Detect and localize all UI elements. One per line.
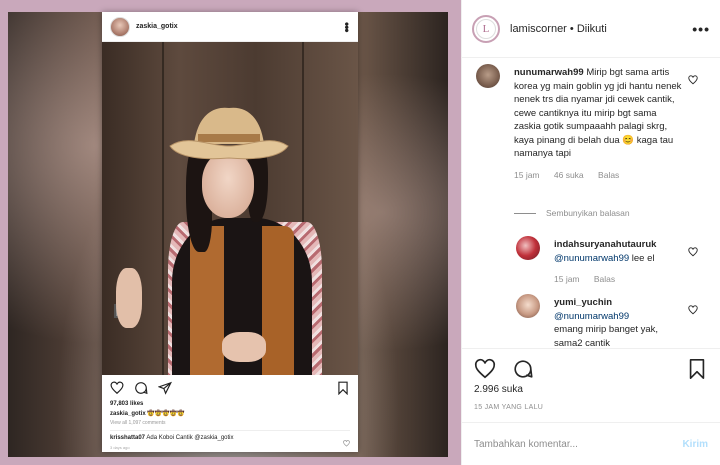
reply-body: indahsuryanahutauruk @nunumarwah99 lee e… (554, 238, 684, 287)
embedded-comment-user: krisshatta07 (110, 435, 146, 441)
embedded-actions (102, 375, 358, 401)
like-comment-heart-icon[interactable] (688, 72, 698, 90)
comment-form: Kirim (462, 422, 720, 465)
comment-bubble-icon[interactable] (512, 358, 534, 380)
reply-text: lee el (629, 252, 655, 264)
comment-input[interactable] (474, 438, 683, 450)
comment-username[interactable]: nunumarwah99 (514, 67, 584, 78)
bookmark-icon (336, 381, 350, 395)
like-reply-heart-icon[interactable] (688, 302, 698, 320)
reply-body: yumi_yuchin @nunumarwah99 emang mirip ba… (554, 296, 684, 348)
embedded-view-all: View all 1,097 comments (110, 420, 166, 426)
hide-replies-label: Sembunyikan balasan (546, 208, 630, 218)
account-avatar-logo: L (476, 18, 496, 39)
embedded-avatar (110, 16, 130, 37)
likes-count[interactable]: 2.996 suka (474, 384, 523, 395)
reply-button[interactable]: Balas (598, 170, 619, 180)
reply-item: indahsuryanahutauruk @nunumarwah99 lee e… (516, 236, 710, 294)
hide-replies-button[interactable]: Sembunyikan balasan (514, 208, 630, 218)
follow-status-button[interactable]: Diikuti (577, 23, 607, 35)
comment-text: Mirip bgt sama artis korea yg main gobli… (514, 67, 682, 159)
embedded-caption-text: 🤠🤠🤠🤠🤠 (147, 411, 185, 417)
like-heart-icon[interactable] (474, 358, 496, 380)
post-header: L lamiscorner • Diikuti ••• (462, 0, 720, 58)
embedded-post-screenshot: zaskia_gotix ••• 97,803 likes zaskia_got… (102, 12, 358, 452)
more-options-icon[interactable]: ••• (692, 21, 710, 37)
embedded-more-icon: ••• (340, 21, 354, 32)
replies-line (514, 212, 536, 214)
comments-list: nunumarwah99 Mirip bgt sama artis korea … (462, 58, 720, 348)
comment-likes[interactable]: 46 suka (554, 170, 584, 180)
reply-item: yumi_yuchin @nunumarwah99 emang mirip ba… (516, 294, 710, 348)
header-separator: • (566, 22, 577, 35)
embedded-username: zaskia_gotix (136, 23, 178, 30)
post-actions-bar (462, 348, 720, 388)
embedded-comment: krisshatta07 Ada Koboi Cantik @zaskia_go… (110, 435, 234, 441)
embedded-caption-user: zaskia_gotix (110, 411, 146, 417)
comment-icon (134, 381, 148, 395)
reply-time[interactable]: 15 jam (554, 274, 580, 284)
share-icon (158, 381, 172, 395)
post-photo (102, 42, 358, 375)
embedded-comment-text: Ada Koboi Cantik @zaskia_gotix (146, 435, 234, 441)
account-avatar[interactable]: L (472, 14, 500, 43)
bookmark-icon[interactable] (686, 358, 708, 380)
account-name-line: lamiscorner • Diikuti (510, 23, 692, 35)
account-username[interactable]: lamiscorner (510, 23, 567, 35)
reply-username[interactable]: indahsuryanahutauruk (554, 239, 656, 250)
comment-item: nunumarwah99 Mirip bgt sama artis korea … (476, 64, 710, 204)
reply-username[interactable]: yumi_yuchin (554, 297, 612, 308)
embedded-time: 3 days ago (110, 445, 130, 450)
heart-icon (110, 381, 124, 395)
reply-avatar[interactable] (516, 236, 540, 260)
comment-avatar[interactable] (476, 64, 500, 88)
post-media: zaskia_gotix ••• 97,803 likes zaskia_got… (0, 0, 461, 465)
reply-button[interactable]: Balas (594, 274, 615, 284)
embedded-likes: 97,803 likes (110, 401, 144, 407)
comment-meta: 15 jam 46 suka Balas (514, 169, 684, 183)
like-reply-heart-icon[interactable] (688, 244, 698, 262)
reply-avatar[interactable] (516, 294, 540, 318)
post-date[interactable]: 15 JAM YANG LALU (474, 404, 543, 411)
reply-text: emang mirip banget yak, sama2 cantik (554, 324, 659, 348)
comment-time[interactable]: 15 jam (514, 170, 540, 180)
embedded-caption: zaskia_gotix 🤠🤠🤠🤠🤠 (110, 410, 185, 417)
cowboy-hat (169, 107, 289, 160)
reply-mention[interactable]: @nunumarwah99 (554, 253, 629, 264)
reply-meta: 15 jam Balas (554, 273, 684, 287)
embedded-comment-heart-icon (343, 434, 350, 452)
post-side-panel: L lamiscorner • Diikuti ••• nunumarwah99… (461, 0, 720, 465)
post-comment-button[interactable]: Kirim (682, 439, 708, 450)
reply-mention[interactable]: @nunumarwah99 (554, 311, 629, 322)
comment-body: nunumarwah99 Mirip bgt sama artis korea … (514, 66, 684, 182)
embedded-post-header: zaskia_gotix ••• (102, 12, 358, 42)
